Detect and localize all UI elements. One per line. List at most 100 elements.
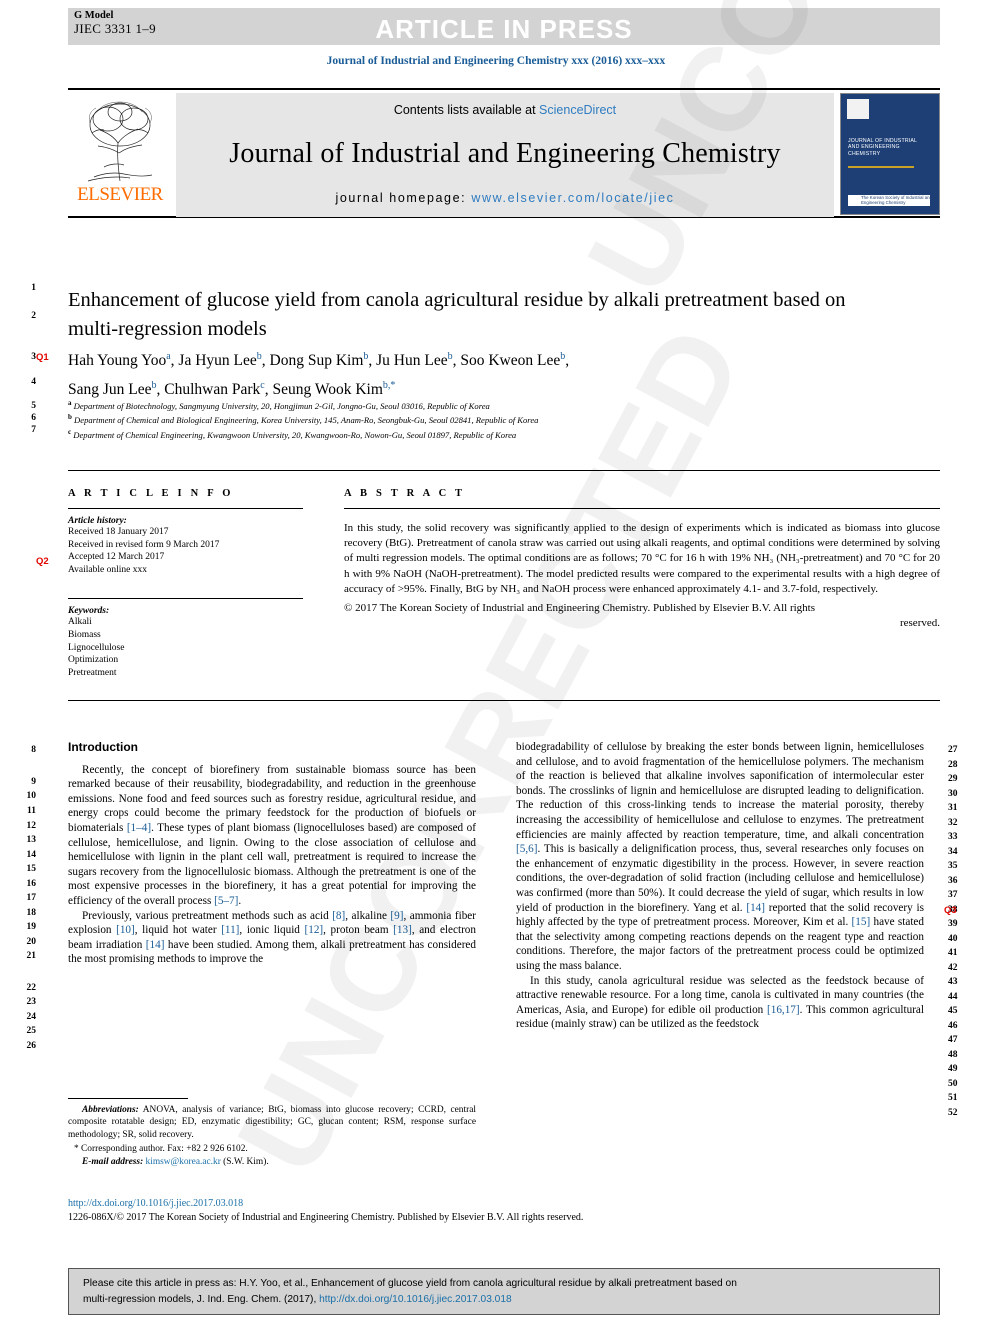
line-number: 4 <box>31 377 36 387</box>
article-history-item: Received in revised form 9 March 2017 <box>68 539 220 550</box>
citation-ref[interactable]: [5,6] <box>516 843 537 855</box>
line-number: 14 <box>26 850 37 860</box>
citation-line-2-prefix: multi-regression models, J. Ind. Eng. Ch… <box>83 1294 320 1305</box>
g-model-id: JIEC 3331 1–9 <box>74 21 156 36</box>
abstract-block: A B S T R A C T In this study, the solid… <box>344 488 940 631</box>
line-number: 32 <box>948 818 958 828</box>
keyword-item: Alkali <box>68 617 92 628</box>
line-number: 10 <box>26 791 37 801</box>
citation-ref[interactable]: [14] <box>746 902 765 914</box>
paragraph: In this study, canola agricultural resid… <box>516 974 924 1031</box>
line-number: 13 <box>26 835 37 845</box>
journal-title: Journal of Industrial and Engineering Ch… <box>229 138 781 169</box>
keyword-item: Pretreatment <box>68 667 117 678</box>
abstract-rule <box>344 508 940 509</box>
keywords-label: Keywords: <box>68 606 110 617</box>
email-note: E-mail address: kimsw@korea.ac.kr (S.W. … <box>68 1156 476 1168</box>
footer-doi-block: http://dx.doi.org/10.1016/j.jiec.2017.03… <box>68 1197 940 1225</box>
article-history-item: Accepted 12 March 2017 <box>68 552 165 563</box>
masthead-center: Contents lists available at ScienceDirec… <box>176 93 834 217</box>
doi-link[interactable]: http://dx.doi.org/10.1016/j.jiec.2017.03… <box>68 1197 940 1211</box>
line-number: 33 <box>948 832 958 842</box>
line-number: 21 <box>26 951 37 961</box>
article-info-rule <box>68 508 303 509</box>
line-number: 30 <box>948 789 958 799</box>
line-number: 46 <box>948 1021 958 1031</box>
cover-rule <box>848 166 914 168</box>
journal-homepage-line: journal homepage: www.elsevier.com/locat… <box>335 191 674 205</box>
journal-cover-thumbnail: JOURNAL OF INDUSTRIAL AND ENGINEERING CH… <box>840 93 940 215</box>
info-divider-top <box>68 470 940 471</box>
keyword-item: Lignocellulose <box>68 642 125 653</box>
journal-masthead: ELSEVIER Contents lists available at Sci… <box>68 88 940 218</box>
citation-ref[interactable]: [14] <box>146 939 165 951</box>
citation-doi-link[interactable]: http://dx.doi.org/10.1016/j.jiec.2017.03… <box>319 1294 512 1305</box>
abbreviations-label: Abbreviations: <box>82 1105 139 1115</box>
keyword-item: Biomass <box>68 629 101 640</box>
line-number: 9 <box>31 777 36 787</box>
line-number: 17 <box>26 893 37 903</box>
homepage-label: journal homepage: <box>335 191 472 205</box>
citation-ref[interactable]: [10] <box>116 924 135 936</box>
keyword-item: Optimization <box>68 655 119 666</box>
abstract-copyright: © 2017 The Korean Society of Industrial … <box>344 601 940 631</box>
line-number: 31 <box>948 803 958 813</box>
sciencedirect-link[interactable]: ScienceDirect <box>539 103 616 117</box>
line-number: 51 <box>948 1093 958 1103</box>
g-model-block: G Model JIEC 3331 1–9 <box>74 9 156 35</box>
line-number: 50 <box>948 1079 958 1089</box>
citation-ref[interactable]: [8] <box>332 910 345 922</box>
citation-ref[interactable]: [1–4] <box>127 822 151 834</box>
article-history-item: Available online xxx <box>68 564 147 575</box>
cover-title-text: JOURNAL OF INDUSTRIAL AND ENGINEERING CH… <box>848 138 917 157</box>
citation-ref[interactable]: [16,17] <box>767 1004 800 1016</box>
contents-lists-line: Contents lists available at ScienceDirec… <box>394 103 616 117</box>
homepage-url[interactable]: www.elsevier.com/locate/jiec <box>471 191 674 205</box>
section-heading-introduction: Introduction <box>68 740 138 754</box>
line-number: 45 <box>948 1006 958 1016</box>
line-number: 22 <box>26 983 37 993</box>
elsevier-logo: ELSEVIER <box>68 93 176 217</box>
article-in-press-banner: ARTICLE IN PRESS <box>68 8 940 45</box>
line-number: 40 <box>948 934 958 944</box>
citation-ref[interactable]: [12] <box>305 924 324 936</box>
article-in-press-label: ARTICLE IN PRESS <box>375 14 633 44</box>
email-suffix: (S.W. Kim). <box>220 1156 269 1167</box>
abstract-body: In this study, the solid recovery was si… <box>344 522 940 595</box>
query-marker-q2[interactable]: Q2 <box>36 556 49 567</box>
line-number: 8 <box>31 745 36 755</box>
line-number: 5 <box>31 401 36 411</box>
citation-ref[interactable]: [11] <box>221 924 239 936</box>
line-number: 43 <box>948 977 958 987</box>
elsevier-wordmark: ELSEVIER <box>77 184 163 205</box>
paragraph: Recently, the concept of biorefinery fro… <box>68 763 476 907</box>
line-number: 39 <box>948 919 958 929</box>
line-number: 20 <box>26 937 37 947</box>
line-number: 25 <box>26 1026 37 1036</box>
abstract-copyright-text: © 2017 The Korean Society of Industrial … <box>344 602 816 615</box>
line-number: 19 <box>26 922 37 932</box>
abstract-copyright-tail: reserved. <box>899 617 940 630</box>
query-marker-q1[interactable]: Q1 <box>36 352 49 363</box>
query-marker-q3[interactable]: Q3 <box>944 905 957 916</box>
article-info-heading: A R T I C L E I N F O <box>68 488 234 499</box>
line-number: 41 <box>948 948 958 958</box>
keywords-list: Alkali Biomass Lignocellulose Optimization P… <box>68 616 303 679</box>
citation-ref[interactable]: [9] <box>390 910 403 922</box>
line-number: 2 <box>31 311 36 321</box>
email-link[interactable]: kimsw@korea.ac.kr <box>146 1157 221 1167</box>
line-number: 15 <box>26 864 37 874</box>
line-number: 18 <box>26 908 37 918</box>
line-number: 12 <box>26 821 37 831</box>
line-number: 24 <box>26 1012 37 1022</box>
line-number: 3 <box>31 352 36 362</box>
abbreviations-note: Abbreviations: ANOVA, analysis of varian… <box>68 1104 476 1141</box>
cite-this-article-box: Please cite this article in press as: H.… <box>68 1268 940 1315</box>
citation-ref[interactable]: [13] <box>393 924 412 936</box>
keywords-rule <box>68 598 303 600</box>
citation-ref[interactable]: [15] <box>852 916 871 928</box>
line-number: 42 <box>948 963 958 973</box>
citation-ref[interactable]: [5–7] <box>214 895 238 907</box>
line-number: 29 <box>948 774 958 784</box>
line-number: 36 <box>948 876 958 886</box>
